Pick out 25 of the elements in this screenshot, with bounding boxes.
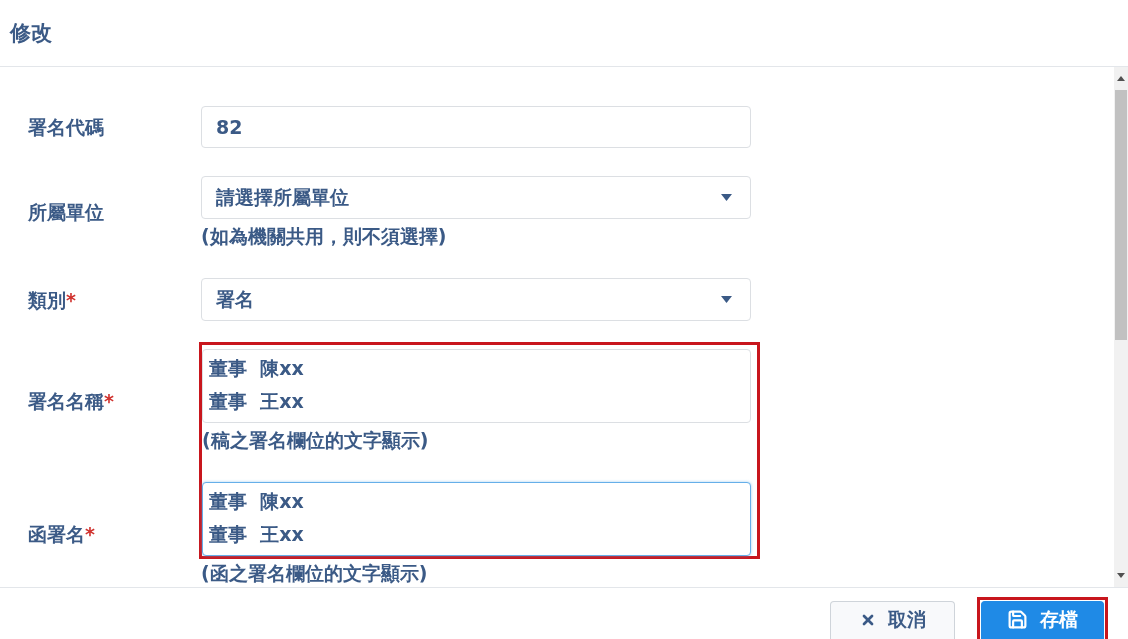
select-field[interactable]: 署名 [201,278,751,321]
help-text: (如為機關共用，則不須選擇) [201,224,447,248]
textarea-field[interactable]: 董事 陳xx 董事 王xx [202,349,751,423]
textarea-field[interactable]: 董事 陳xx 董事 王xx [202,482,751,556]
field-label: 署名名稱 [28,388,104,414]
required-mark: * [85,521,95,547]
field-label: 署名代碼 [28,115,104,140]
required-mark: * [104,388,114,414]
dialog-title: 修改 [10,20,52,47]
help-text: (函之署名欄位的文字顯示) [201,561,428,585]
select-field[interactable]: 請選擇所屬單位 [201,176,751,219]
field-label: 所屬單位 [28,200,104,225]
caret-down-icon [721,296,732,303]
scrollbar[interactable] [1114,67,1128,587]
scrollbar-thumb[interactable] [1115,90,1127,340]
field-label: 函署名 [28,521,85,547]
help-text: (稿之署名欄位的文字顯示) [202,428,429,452]
caret-down-icon [721,194,732,201]
field-label: 類別 [28,287,66,313]
required-mark: * [66,287,76,313]
text-field[interactable]: 82 [201,106,751,148]
scroll-up-arrow-icon[interactable] [1117,76,1125,81]
scroll-down-arrow-icon[interactable] [1117,573,1125,578]
cancel-button[interactable]: 取消 [830,601,955,639]
save-button[interactable]: 存檔 [981,601,1104,639]
